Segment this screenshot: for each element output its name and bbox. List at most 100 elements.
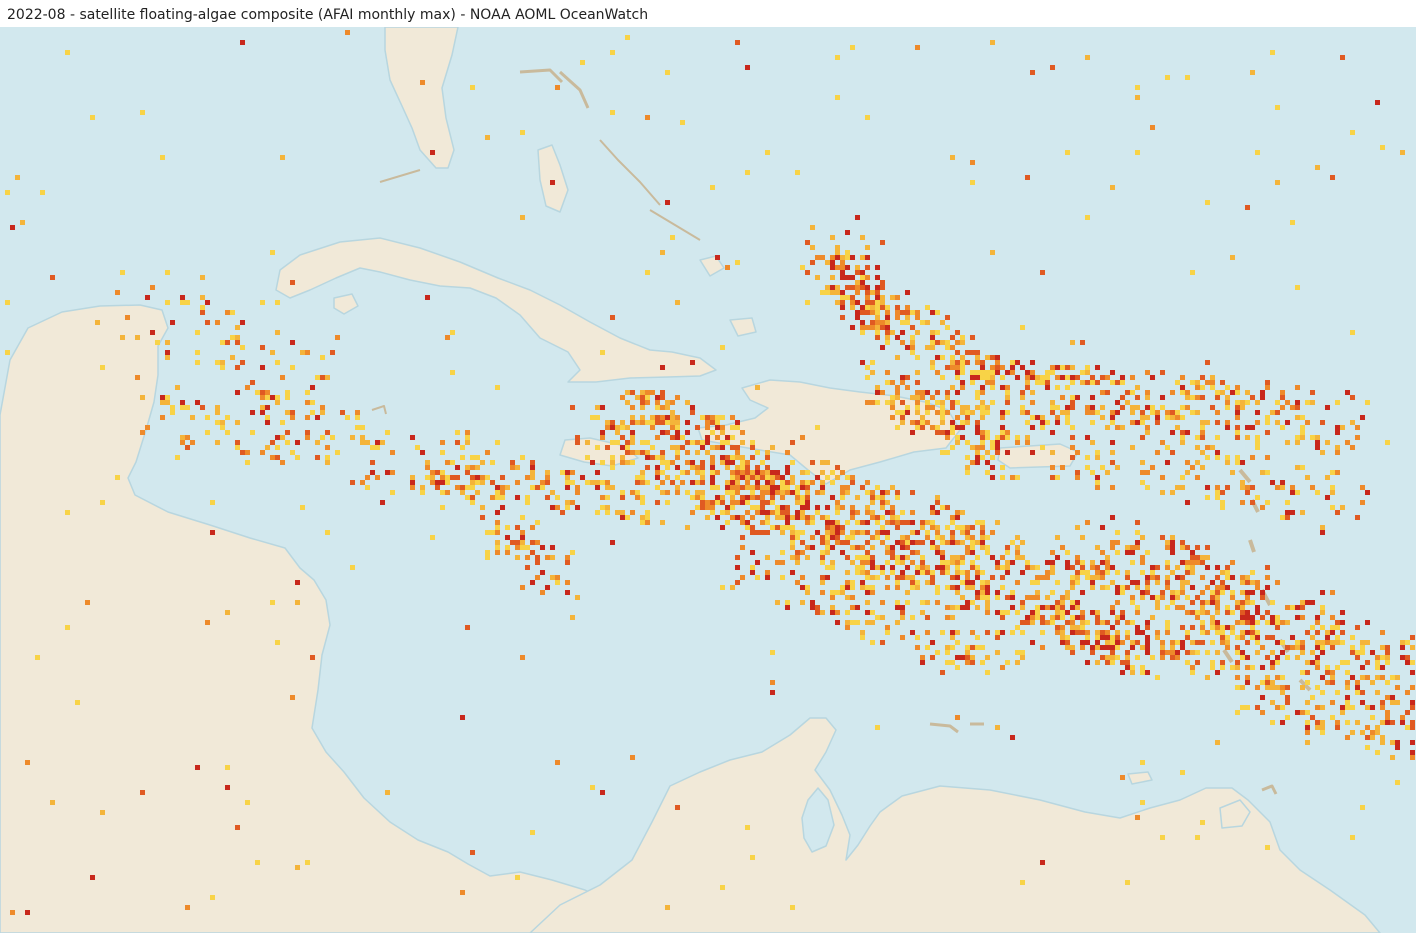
algae-pixel (820, 515, 825, 520)
algae-pixel (755, 510, 760, 515)
algae-pixel (905, 565, 910, 570)
algae-pixel (860, 580, 865, 585)
algae-pixel (570, 500, 575, 505)
algae-pixel (370, 460, 375, 465)
algae-pixel (1285, 515, 1290, 520)
algae-pixel (1085, 405, 1090, 410)
algae-pixel (935, 425, 940, 430)
algae-pixel (725, 265, 730, 270)
algae-pixel (1265, 680, 1270, 685)
algae-pixel (925, 565, 930, 570)
algae-pixel (1410, 755, 1415, 760)
algae-pixel (1170, 430, 1175, 435)
algae-pixel (1140, 665, 1145, 670)
algae-pixel (1000, 615, 1005, 620)
algae-pixel (1080, 620, 1085, 625)
algae-pixel (800, 575, 805, 580)
algae-pixel (525, 545, 530, 550)
algae-pixel (1165, 605, 1170, 610)
algae-pixel (465, 430, 470, 435)
algae-pixel (1345, 720, 1350, 725)
algae-pixel (915, 580, 920, 585)
algae-pixel (1190, 570, 1195, 575)
algae-pixel (765, 485, 770, 490)
algae-pixel (865, 550, 870, 555)
algae-pixel (1090, 375, 1095, 380)
algae-pixel (1130, 420, 1135, 425)
algae-pixel (1070, 565, 1075, 570)
algae-pixel (1000, 415, 1005, 420)
algae-pixel (430, 535, 435, 540)
algae-pixel (1275, 400, 1280, 405)
algae-pixel (1280, 685, 1285, 690)
algae-pixel (1300, 645, 1305, 650)
algae-pixel (1100, 375, 1105, 380)
algae-pixel (895, 410, 900, 415)
algae-pixel (930, 425, 935, 430)
algae-pixel (535, 575, 540, 580)
algae-pixel (200, 295, 205, 300)
algae-pixel (1380, 700, 1385, 705)
algae-pixel (530, 470, 535, 475)
algae-pixel (865, 255, 870, 260)
algae-pixel (1090, 565, 1095, 570)
algae-pixel (1025, 560, 1030, 565)
algae-pixel (150, 285, 155, 290)
algae-pixel (910, 345, 915, 350)
algae-pixel (1245, 435, 1250, 440)
algae-pixel (1115, 620, 1120, 625)
algae-pixel (1355, 720, 1360, 725)
algae-pixel (530, 485, 535, 490)
algae-pixel (1380, 735, 1385, 740)
algae-pixel (1330, 630, 1335, 635)
algae-pixel (1300, 510, 1305, 515)
algae-pixel (865, 620, 870, 625)
algae-pixel (975, 455, 980, 460)
map-title: 2022-08 - satellite floating-algae compo… (0, 0, 1416, 27)
algae-pixel (905, 405, 910, 410)
algae-pixel (1110, 650, 1115, 655)
algae-pixel (1155, 415, 1160, 420)
algae-pixel (1090, 610, 1095, 615)
algae-pixel (1200, 600, 1205, 605)
algae-pixel (1070, 575, 1075, 580)
algae-pixel (1310, 635, 1315, 640)
algae-pixel (1075, 450, 1080, 455)
algae-pixel (700, 475, 705, 480)
algae-pixel (1370, 680, 1375, 685)
algae-pixel (1345, 685, 1350, 690)
algae-pixel (620, 435, 625, 440)
algae-pixel (930, 505, 935, 510)
algae-pixel (1210, 660, 1215, 665)
algae-pixel (865, 560, 870, 565)
algae-pixel (1040, 420, 1045, 425)
algae-pixel (905, 410, 910, 415)
algae-pixel (285, 430, 290, 435)
algae-pixel (985, 600, 990, 605)
algae-pixel (855, 310, 860, 315)
algae-pixel (1110, 185, 1115, 190)
algae-pixel (700, 495, 705, 500)
algae-pixel (1010, 590, 1015, 595)
algae-pixel (730, 495, 735, 500)
algae-pixel (1275, 685, 1280, 690)
algae-pixel (885, 305, 890, 310)
algae-pixel (985, 580, 990, 585)
algae-pixel (1305, 660, 1310, 665)
algae-pixel (820, 575, 825, 580)
algae-pixel (1325, 665, 1330, 670)
algae-pixel (915, 380, 920, 385)
map-view[interactable] (0, 27, 1416, 933)
algae-pixel (1350, 650, 1355, 655)
algae-pixel (935, 650, 940, 655)
algae-pixel (930, 570, 935, 575)
algae-pixel (740, 475, 745, 480)
algae-pixel (755, 385, 760, 390)
algae-pixel (1000, 555, 1005, 560)
algae-pixel (1310, 600, 1315, 605)
algae-pixel (1100, 655, 1105, 660)
algae-pixel (955, 525, 960, 530)
algae-pixel (935, 550, 940, 555)
map-canvas[interactable] (0, 27, 1416, 933)
algae-pixel (1115, 590, 1120, 595)
